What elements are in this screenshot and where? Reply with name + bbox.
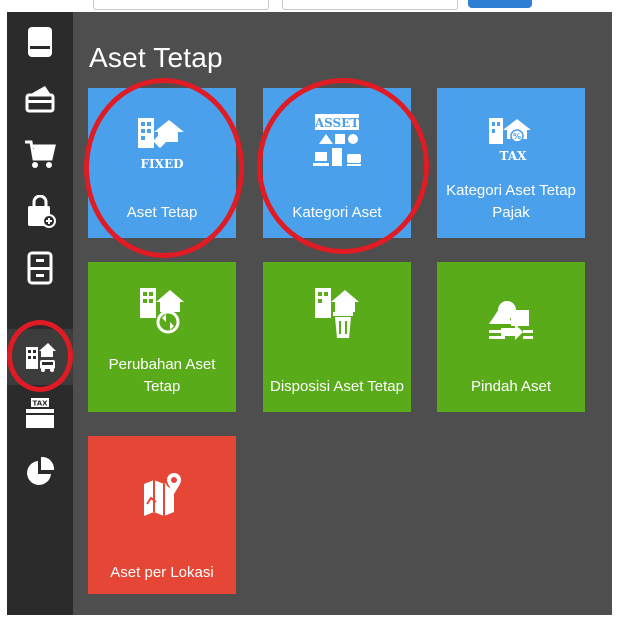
page-title: Aset Tetap (89, 42, 223, 73)
wallet-icon (25, 86, 55, 113)
tile-label: Disposisi Aset Tetap (270, 378, 404, 395)
tile-label: Kategori Aset Tetap Pajak (446, 182, 576, 221)
tile-pindah-aset[interactable]: Pindah Aset (437, 262, 585, 412)
asset-location-map-icon (144, 471, 183, 516)
tile-label: Aset Tetap (126, 204, 198, 221)
tax-icon-text: TAX (32, 400, 48, 408)
tax-asset-category-icon: % TAX (489, 118, 531, 163)
top-input-2[interactable] (282, 0, 458, 10)
tile-icon-wrapper (88, 470, 236, 518)
tile-label: Aset per Lokasi (110, 564, 214, 581)
asset-disposal-icon (315, 288, 359, 338)
tile-perubahan-aset-tetap[interactable]: Perubahan Aset Tetap (88, 262, 236, 412)
tile-aset-per-lokasi[interactable]: Aset per Lokasi (88, 436, 236, 594)
sidebar-item-reports[interactable] (7, 442, 73, 498)
filing-cabinet-icon (27, 251, 53, 285)
fixed-asset-icon: FIXED (138, 118, 184, 171)
tax-icon-text: TAX (500, 149, 528, 163)
tile-disposisi-aset-tetap[interactable]: Disposisi Aset Tetap (263, 262, 411, 412)
asset-category-icon: ASSET (313, 114, 361, 166)
tile-icon-wrapper: ASSET (263, 112, 411, 174)
asset-transfer-icon (489, 301, 533, 340)
sidebar-item-tax[interactable]: TAX (7, 385, 73, 441)
sidebar-item-cabinet[interactable] (7, 240, 73, 296)
fixed-icon-text: FIXED (141, 157, 184, 171)
tile-aset-tetap[interactable]: FIXED Aset Tetap (88, 88, 236, 238)
sidebar-item-cart[interactable] (7, 126, 73, 182)
app-window: TAX Aset Tetap FIXED Aset Tetap ASSET Ka… (7, 0, 612, 615)
tile-label: Perubahan Aset Tetap (108, 356, 216, 395)
sidebar-item-book[interactable] (7, 14, 73, 70)
svg-text:%: % (513, 132, 521, 141)
asset-change-icon (140, 288, 184, 334)
tile-kategori-aset-tetap-pajak[interactable]: % TAX Kategori Aset Tetap Pajak (437, 88, 585, 238)
sidebar-item-wallet[interactable] (7, 70, 73, 126)
tile-icon-wrapper (437, 298, 585, 344)
sidebar-item-bag[interactable] (7, 184, 73, 240)
tile-kategori-aset[interactable]: ASSET Kategori Aset (263, 88, 411, 238)
tax-icon: TAX (26, 398, 54, 428)
tile-label: Pindah Aset (470, 378, 552, 395)
tile-icon-wrapper: % TAX (437, 114, 585, 166)
asset-icon-text: ASSET (314, 116, 360, 130)
tile-icon-wrapper (263, 284, 411, 340)
top-toolbar (7, 0, 612, 12)
top-action-button[interactable] (468, 0, 532, 8)
sidebar-item-fixed-asset[interactable] (7, 329, 73, 385)
book-icon (28, 27, 52, 57)
tile-icon-wrapper: FIXED (88, 114, 236, 172)
sidebar: TAX (7, 12, 73, 615)
tile-icon-wrapper (88, 284, 236, 340)
pie-chart-icon (27, 456, 55, 485)
fixed-asset-icon (26, 343, 56, 372)
shopping-bag-icon (28, 195, 56, 228)
shopping-cart-icon (25, 140, 56, 168)
tile-label: Kategori Aset (292, 204, 382, 221)
top-input-1[interactable] (93, 0, 269, 10)
